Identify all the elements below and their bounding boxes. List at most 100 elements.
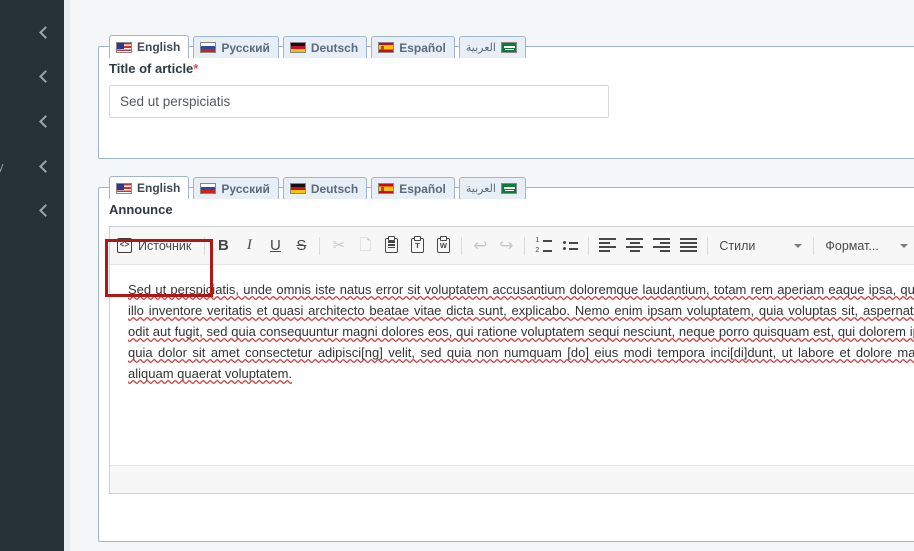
chevron-left-icon — [38, 71, 50, 83]
copy-icon: 🗋 — [359, 237, 372, 254]
title-input[interactable] — [109, 85, 609, 118]
align-center-icon — [626, 238, 644, 253]
bulleted-list-button[interactable] — [557, 233, 583, 259]
toolbar-separator — [707, 236, 709, 255]
format-dropdown[interactable]: Формат... — [819, 233, 914, 259]
align-left-icon — [599, 238, 617, 253]
tab-russian[interactable]: Русский — [193, 177, 279, 199]
bold-button[interactable]: B — [210, 233, 236, 259]
editor-status-bar — [110, 465, 914, 493]
title-field-label: Title of article* — [109, 61, 914, 76]
toolbar-separator — [524, 236, 526, 255]
strikethrough-button[interactable]: S — [288, 233, 314, 259]
paste-from-word-button[interactable]: W — [430, 233, 456, 259]
tab-arabic-label: العربية — [465, 182, 496, 195]
format-dropdown-label: Формат... — [825, 238, 879, 253]
paste-as-text-button[interactable]: T — [404, 233, 430, 259]
flag-us-icon — [116, 182, 132, 194]
tab-english[interactable]: English — [109, 176, 190, 199]
paste-button[interactable] — [378, 233, 404, 259]
text-style-group: B I U S — [210, 233, 314, 259]
numbered-list-icon: 1 2 — [535, 237, 553, 254]
chevron-left-icon — [38, 27, 50, 39]
flag-us-icon — [116, 41, 132, 53]
flag-es-icon — [378, 183, 395, 194]
list-marker-two: 2 — [535, 247, 540, 254]
toolbar-separator — [813, 236, 815, 255]
source-button-label: Источник — [138, 238, 192, 253]
flag-ru-icon — [200, 42, 217, 53]
tab-german[interactable]: Deutsch — [282, 177, 368, 199]
alignment-group — [594, 233, 702, 259]
main-content: English Русский Deutsch Español العربية — [70, 0, 914, 551]
numbered-list-button[interactable]: 1 2 — [530, 233, 557, 259]
tab-english[interactable]: English — [109, 35, 190, 58]
editor-body-text: Sed ut perspiciatis, unde omnis iste nat… — [128, 282, 914, 381]
tab-russian[interactable]: Русский — [193, 36, 279, 58]
rich-text-editor: <> Источник B I U S ✂ 🗋 T W ↩ ↪ 1 2 Стил… — [109, 226, 914, 494]
left-sidebar: ncy — [0, 0, 64, 551]
required-marker: * — [193, 61, 199, 76]
sidebar-item-3[interactable] — [0, 100, 64, 144]
tab-russian-label: Русский — [221, 181, 270, 196]
announce-panel: English Русский Deutsch Español العربية — [98, 176, 914, 542]
chevron-left-icon — [38, 116, 50, 128]
title-panel: English Русский Deutsch Español العربية — [98, 35, 914, 159]
tab-spanish[interactable]: Español — [371, 36, 455, 58]
editor-toolbar: <> Источник B I U S ✂ 🗋 T W ↩ ↪ 1 2 Стил… — [110, 227, 914, 265]
editor-content-area[interactable]: Sed ut perspiciatis, unde omnis iste nat… — [110, 265, 914, 465]
align-right-icon — [653, 238, 671, 253]
tab-english-label: English — [137, 181, 181, 195]
underline-button[interactable]: U — [262, 233, 288, 259]
styles-dropdown-label: Стили — [719, 238, 756, 253]
flag-es-icon — [378, 42, 395, 53]
chevron-left-icon — [38, 161, 50, 173]
tab-arabic[interactable]: العربية — [458, 36, 526, 58]
tab-arabic-label: العربية — [465, 41, 496, 54]
align-left-button[interactable] — [594, 233, 621, 259]
cut-button[interactable]: ✂ — [325, 233, 352, 259]
chevron-left-icon — [38, 205, 50, 217]
align-justify-button[interactable] — [675, 233, 702, 259]
redo-button[interactable]: ↪ — [493, 233, 519, 259]
sidebar-item-4[interactable]: ncy — [0, 145, 64, 189]
app-screen: ncy English Русский Deu — [0, 0, 914, 551]
toolbar-separator — [319, 236, 321, 255]
source-code-icon: <> — [117, 238, 132, 253]
sidebar-item-4-label: ncy — [0, 160, 4, 174]
align-center-button[interactable] — [621, 233, 648, 259]
tab-german-label: Deutsch — [310, 181, 359, 196]
title-panel-body: Title of article* — [99, 61, 914, 128]
title-language-tabs: English Русский Deutsch Español العربية — [109, 34, 526, 58]
tab-german[interactable]: Deutsch — [282, 36, 368, 58]
redo-icon: ↪ — [499, 236, 514, 255]
toolbar-separator — [461, 236, 463, 255]
italic-button[interactable]: I — [236, 233, 262, 259]
history-group: ↩ ↪ — [467, 233, 519, 259]
align-justify-icon — [680, 238, 698, 253]
tab-spanish[interactable]: Español — [371, 177, 455, 199]
tab-arabic[interactable]: العربية — [458, 177, 526, 199]
undo-button[interactable]: ↩ — [467, 233, 493, 259]
tab-spanish-label: Español — [399, 40, 446, 55]
align-right-button[interactable] — [648, 233, 675, 259]
announce-panel-body: Announce <> Источник B I U S ✂ 🗋 T W ↩ ↪… — [99, 202, 914, 504]
sidebar-item-2[interactable] — [0, 55, 64, 99]
flag-de-icon — [289, 42, 306, 53]
source-button[interactable]: <> Источник — [112, 233, 199, 259]
copy-button[interactable]: 🗋 — [352, 233, 378, 259]
clipboard-group: ✂ 🗋 T W — [325, 233, 456, 259]
sidebar-item-5[interactable] — [0, 189, 64, 233]
list-marker-one: 1 — [535, 237, 540, 244]
paste-word-icon: W — [436, 236, 450, 253]
styles-dropdown[interactable]: Стили — [713, 233, 808, 259]
toolbar-separator — [204, 236, 206, 255]
announce-field-label: Announce — [109, 202, 173, 217]
tab-russian-label: Русский — [221, 40, 270, 55]
undo-icon: ↩ — [473, 236, 488, 255]
sidebar-item-1[interactable] — [0, 11, 64, 55]
bulleted-list-icon — [562, 238, 578, 253]
scissors-icon: ✂ — [332, 237, 346, 254]
flag-sa-icon — [500, 42, 517, 53]
announce-language-tabs: English Русский Deutsch Español العربية — [109, 175, 526, 199]
